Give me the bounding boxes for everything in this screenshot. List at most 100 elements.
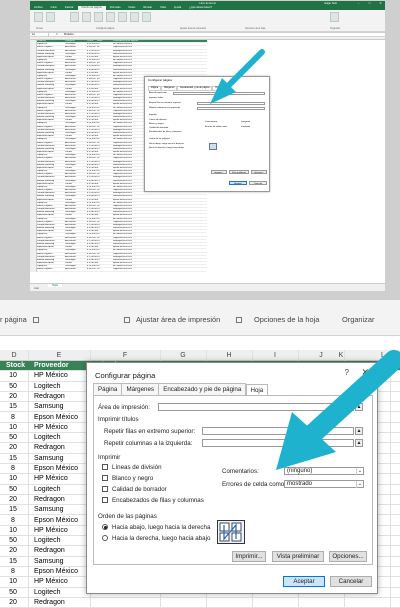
- launcher-icon[interactable]: [124, 317, 130, 324]
- table-cell[interactable]: 10: [0, 526, 26, 536]
- chevron-down-icon: ⌄: [356, 468, 363, 475]
- comments-select[interactable]: (ninguno) ⌄: [284, 467, 364, 475]
- repeat-rows-label: Repetir filas en extremo superior:: [104, 428, 196, 435]
- table-cell[interactable]: 15: [0, 557, 26, 567]
- col-l[interactable]: L: [360, 350, 400, 361]
- preview-button[interactable]: Vista preliminar: [272, 551, 324, 562]
- bw-checkbox[interactable]: [102, 475, 108, 481]
- group-configurar-label: r página: [0, 315, 39, 324]
- table-cell[interactable]: Logitech: [34, 433, 60, 443]
- table-cell[interactable]: 20: [0, 443, 26, 453]
- repeat-rows-input[interactable]: [202, 427, 354, 435]
- close-icon[interactable]: ✕: [361, 367, 369, 378]
- table-cell[interactable]: Redragon: [34, 495, 65, 505]
- table-cell[interactable]: 15: [0, 402, 26, 412]
- table-cell[interactable]: 15: [0, 454, 26, 464]
- table-cell[interactable]: 50: [0, 536, 26, 546]
- launcher-icon[interactable]: [32, 317, 39, 324]
- table-cell[interactable]: 8: [0, 413, 26, 423]
- table-cell[interactable]: Logitech: [34, 485, 60, 495]
- table-cell[interactable]: 10: [0, 371, 26, 381]
- col-k[interactable]: K: [318, 350, 364, 361]
- table-cell[interactable]: HP México: [34, 474, 68, 484]
- table-cell[interactable]: Epson México: [34, 464, 78, 474]
- table-cell[interactable]: HP México: [34, 577, 68, 587]
- help-icon[interactable]: ?: [345, 368, 349, 377]
- table-cell[interactable]: HP México: [34, 371, 68, 381]
- dialog-title: Configurar página: [95, 371, 156, 380]
- tab-pagina[interactable]: Página: [93, 383, 123, 395]
- order-across-radio[interactable]: [102, 535, 108, 541]
- table-cell[interactable]: 50: [0, 588, 26, 598]
- collapse-icon[interactable]: ▲: [355, 403, 363, 411]
- col-i[interactable]: I: [252, 350, 298, 361]
- table-cell[interactable]: 8: [0, 567, 26, 577]
- headings-checkbox[interactable]: [102, 497, 108, 503]
- table-cell[interactable]: Samsung: [34, 454, 64, 464]
- table-cell[interactable]: 15: [0, 505, 26, 515]
- errors-select[interactable]: mostrado ⌄: [284, 480, 364, 488]
- draft-label: Calidad de borrador: [112, 486, 167, 493]
- table-cell[interactable]: Samsung: [34, 505, 64, 515]
- launcher-icon[interactable]: [236, 317, 242, 324]
- table-cell[interactable]: Epson México: [34, 516, 78, 526]
- excel-window-thumbnail: Libro de Excel Edgar Soto – □ ✕ Archivo …: [0, 0, 400, 300]
- col-d[interactable]: D: [0, 350, 28, 361]
- order-label: Orden de las páginas: [98, 513, 157, 520]
- dialog-tabs: Página Márgenes Encabezado y pie de pági…: [93, 383, 269, 396]
- table-cell[interactable]: Logitech: [34, 588, 60, 598]
- table-cell[interactable]: 20: [0, 495, 26, 505]
- group-opciones-label: Opciones de la hoja: [236, 315, 319, 324]
- cancel-button[interactable]: Cancelar: [330, 576, 372, 587]
- table-cell[interactable]: 50: [0, 433, 26, 443]
- draft-checkbox[interactable]: [102, 486, 108, 492]
- table-cell[interactable]: 10: [0, 474, 26, 484]
- group-organizar-label: Organizar: [342, 315, 375, 324]
- table-cell[interactable]: 20: [0, 546, 26, 556]
- grid-checkbox[interactable]: [102, 464, 108, 470]
- group-ajustar-label: Ajustar área de impresión: [124, 315, 220, 324]
- table-cell[interactable]: 10: [0, 577, 26, 587]
- table-cell[interactable]: Redragon: [34, 598, 65, 608]
- table-cell[interactable]: HP México: [34, 423, 68, 433]
- table-cell[interactable]: Logitech: [34, 536, 60, 546]
- table-cell[interactable]: 50: [0, 382, 26, 392]
- headings-label: Encabezados de filas y columnas: [112, 497, 204, 504]
- table-cell[interactable]: 10: [0, 423, 26, 433]
- col-e[interactable]: E: [28, 350, 90, 361]
- bw-label: Blanco y negro: [112, 475, 154, 482]
- col-h[interactable]: H: [206, 350, 252, 361]
- col-g[interactable]: G: [160, 350, 206, 361]
- table-cell[interactable]: Logitech: [34, 382, 60, 392]
- collapse-icon[interactable]: ▲: [355, 439, 363, 447]
- table-cell[interactable]: HP México: [34, 526, 68, 536]
- options-button[interactable]: Opciones...: [329, 551, 367, 562]
- repeat-cols-label: Repetir columnas a la izquierda:: [104, 440, 193, 447]
- table-cell[interactable]: 8: [0, 516, 26, 526]
- ok-button[interactable]: Aceptar: [283, 576, 325, 587]
- table-cell[interactable]: 50: [0, 485, 26, 495]
- table-cell[interactable]: 8: [0, 464, 26, 474]
- hoja-panel: Área de impresión: ▲ Imprimir títulos Re…: [93, 395, 373, 565]
- col-f[interactable]: F: [90, 350, 160, 361]
- table-cell[interactable]: Samsung: [34, 402, 64, 412]
- table-cell[interactable]: Epson México: [34, 413, 78, 423]
- table-cell[interactable]: Redragon: [34, 443, 65, 453]
- print-area-input[interactable]: [158, 403, 354, 411]
- print-button[interactable]: Imprimir...: [232, 551, 266, 562]
- header-cell[interactable]: Stock: [0, 361, 26, 371]
- tab-margenes[interactable]: Márgenes: [121, 383, 159, 395]
- tab-encabezado[interactable]: Encabezado y pie de página: [158, 383, 247, 395]
- repeat-cols-input[interactable]: [202, 439, 354, 447]
- column-headers: D E F G H I J K L: [0, 350, 400, 361]
- table-cell[interactable]: Redragon: [34, 392, 65, 402]
- table-cell[interactable]: 20: [0, 392, 26, 402]
- table-cell[interactable]: 20: [0, 598, 26, 608]
- header-cell[interactable]: Proveedor: [34, 361, 69, 371]
- table-cell[interactable]: Samsung: [34, 557, 64, 567]
- order-down-radio[interactable]: [102, 524, 108, 530]
- table-cell[interactable]: Redragon: [34, 546, 65, 556]
- table-row: 20 Redragon: [0, 598, 400, 608]
- collapse-icon[interactable]: ▲: [355, 427, 363, 435]
- table-cell[interactable]: Epson México: [34, 567, 78, 577]
